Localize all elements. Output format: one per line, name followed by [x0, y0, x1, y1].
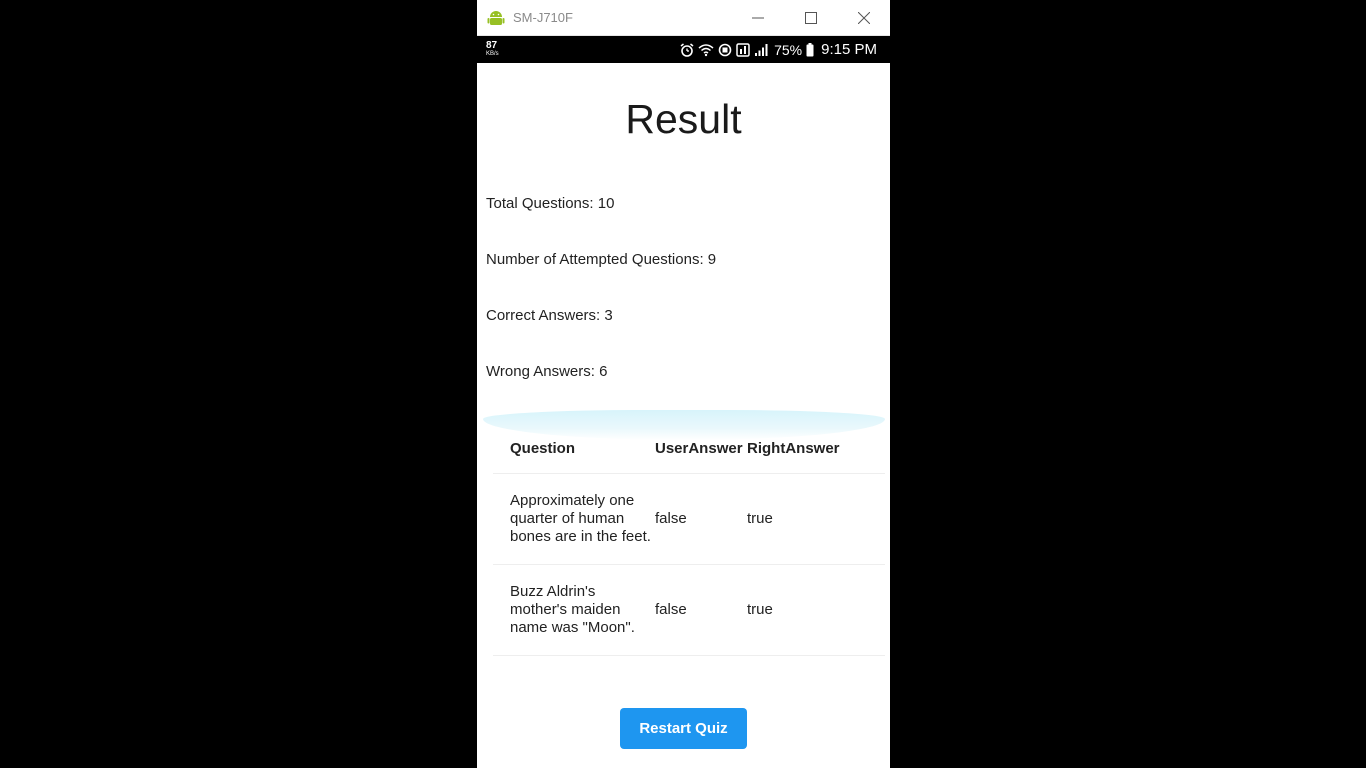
- minimize-button[interactable]: [731, 0, 784, 36]
- page-title: Result: [625, 96, 742, 142]
- table-row: Approximately one quarter of human bones…: [493, 473, 885, 565]
- restart-quiz-button[interactable]: Restart Quiz: [620, 708, 747, 749]
- battery-percent: 75%: [774, 41, 803, 58]
- result-screen: Result Total Questions: 10 Number of Att…: [477, 63, 890, 768]
- wrong-answers-text: Wrong Answers: 6: [486, 363, 608, 380]
- user-answer-cell: false: [655, 601, 687, 618]
- clock-time: 9:15 PM: [821, 41, 877, 58]
- maximize-icon: [804, 11, 817, 24]
- close-icon: [857, 11, 870, 24]
- attempted-questions-text: Number of Attempted Questions: 9: [486, 251, 717, 268]
- window-titlebar: SM-J710F: [477, 0, 890, 36]
- app-window: SM-J710F 87 KB/s 75% 9:15 PM Result Tota…: [477, 0, 890, 768]
- window-title: SM-J710F: [513, 10, 573, 25]
- alarm-icon: [680, 42, 694, 57]
- status-icons: 75% 9:15 PM: [680, 36, 877, 63]
- header-question: Question: [510, 439, 576, 457]
- header-user-answer: UserAnswer: [655, 440, 743, 457]
- right-answer-cell: true: [747, 601, 773, 618]
- network-speed: 87 KB/s: [486, 39, 499, 58]
- nfc-icon: [736, 42, 750, 57]
- network-speed-unit: KB/s: [486, 50, 499, 57]
- table-row: Buzz Aldrin's mother's maiden name was "…: [493, 564, 885, 656]
- question-cell: Approximately one quarter of human bones…: [510, 491, 651, 545]
- battery-icon: [806, 42, 814, 56]
- android-icon: [487, 9, 505, 27]
- correct-answers-text: Correct Answers: 3: [486, 307, 613, 324]
- question-cell: Buzz Aldrin's mother's maiden name was "…: [510, 582, 635, 636]
- header-right-answer: RightAnswer: [747, 440, 840, 457]
- total-questions-text: Total Questions: 10: [486, 195, 615, 212]
- right-answer-cell: true: [747, 510, 773, 527]
- maximize-button[interactable]: [784, 0, 837, 36]
- table-header-row: Question UserAnswer RightAnswer: [493, 424, 885, 474]
- answers-table: Question UserAnswer RightAnswer Approxim…: [483, 410, 885, 656]
- phone-status-bar: 87 KB/s 75% 9:15 PM: [477, 36, 890, 63]
- minimize-icon: [751, 17, 764, 18]
- user-answer-cell: false: [655, 510, 687, 527]
- data-saver-icon: [718, 43, 732, 56]
- network-speed-value: 87: [486, 39, 498, 51]
- close-button[interactable]: [837, 0, 890, 36]
- signal-icon: [755, 43, 768, 56]
- wifi-icon: [698, 43, 714, 56]
